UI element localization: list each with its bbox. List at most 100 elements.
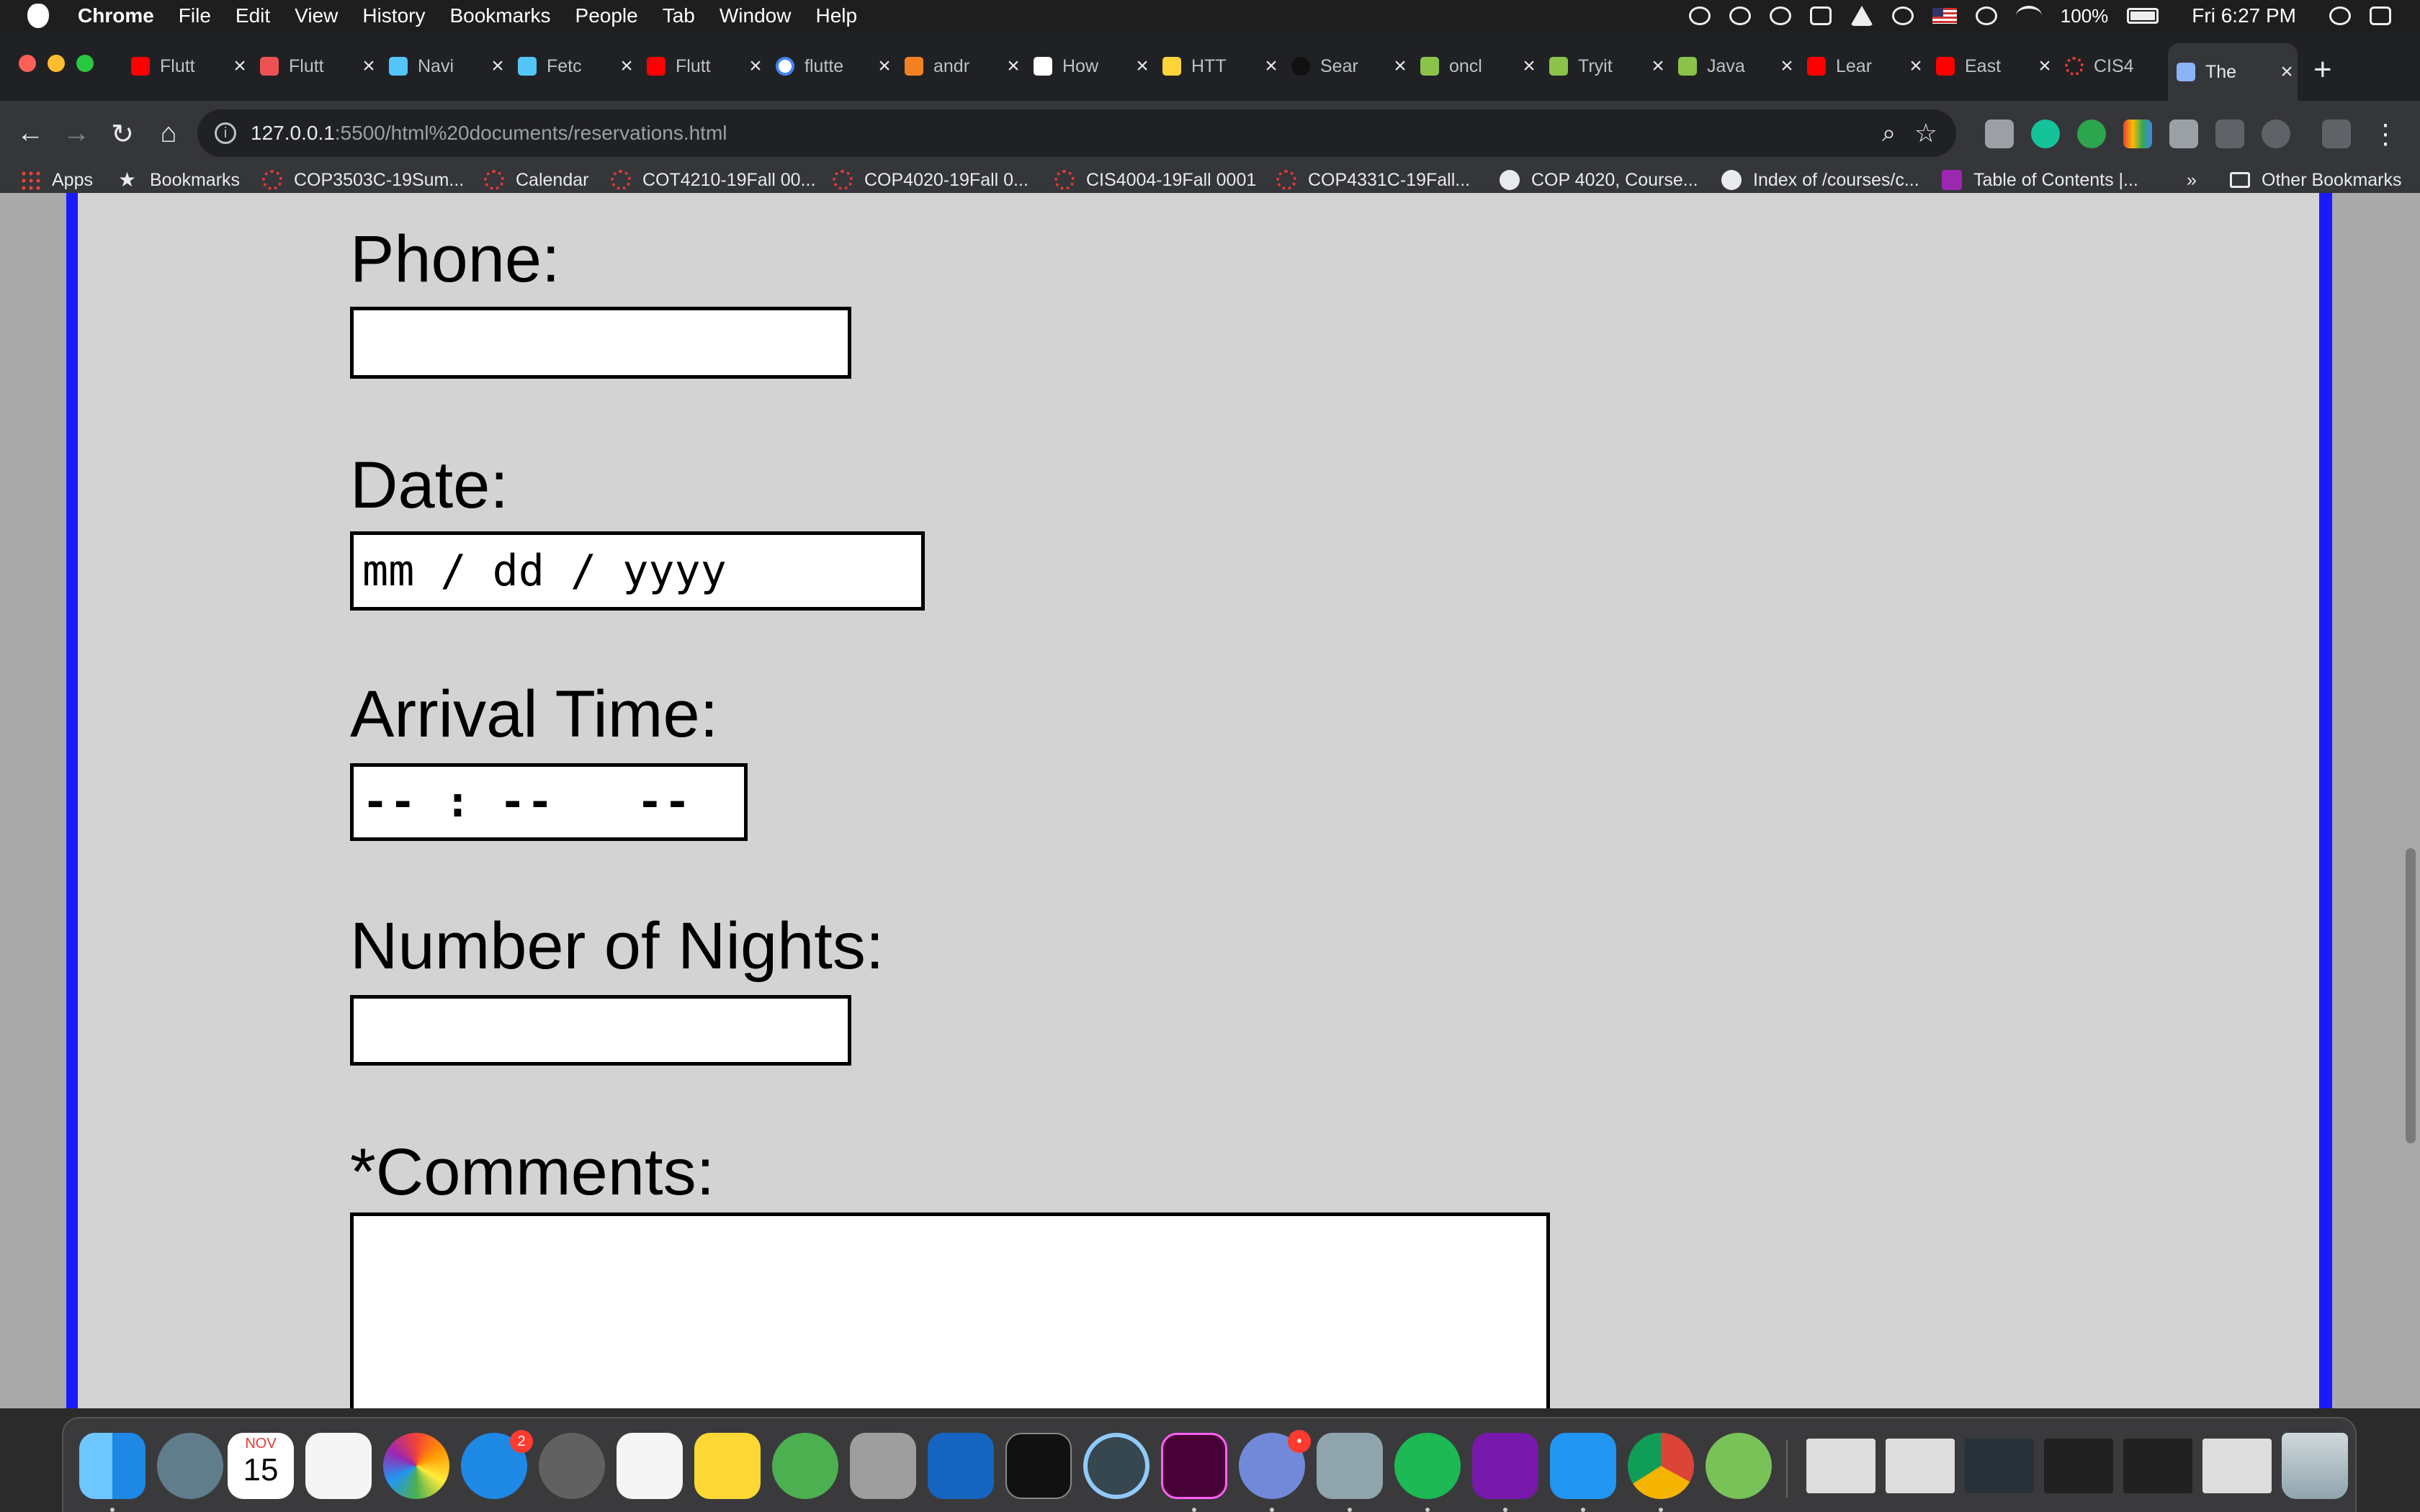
menu-tab[interactable]: Tab bbox=[663, 4, 695, 27]
finder-icon[interactable] bbox=[79, 1433, 145, 1499]
stickies-icon[interactable] bbox=[694, 1433, 761, 1499]
tab-active[interactable]: The × bbox=[2168, 43, 2298, 101]
minimized-window-thumbnail[interactable] bbox=[2123, 1439, 2192, 1493]
menu-file[interactable]: File bbox=[179, 4, 211, 27]
spotify-icon[interactable] bbox=[1394, 1433, 1461, 1499]
tab[interactable]: Flutt × bbox=[638, 50, 766, 82]
arrival-time-input[interactable]: -- : -- -- bbox=[350, 763, 748, 841]
close-icon[interactable]: × bbox=[745, 54, 766, 78]
adobe-xd-icon[interactable] bbox=[1161, 1433, 1227, 1499]
tab[interactable]: CIS4× bbox=[2056, 50, 2184, 82]
quicktime-icon[interactable] bbox=[1083, 1433, 1150, 1499]
wechat-icon[interactable] bbox=[772, 1433, 838, 1499]
tab[interactable]: Flutt × bbox=[251, 50, 380, 82]
comments-textarea[interactable] bbox=[350, 1212, 1550, 1408]
bookmark-cot4210[interactable]: COT4210-19Fall 00... bbox=[611, 167, 815, 193]
time-machine-icon[interactable] bbox=[1891, 6, 1914, 25]
creative-cloud-icon[interactable] bbox=[1769, 6, 1791, 25]
bookmark-calendar[interactable]: Calendar bbox=[484, 167, 588, 193]
textedit-icon[interactable] bbox=[617, 1433, 683, 1499]
bluetooth-icon[interactable] bbox=[1975, 6, 1997, 25]
drive-extension-icon[interactable] bbox=[2169, 120, 2198, 148]
profile-icon[interactable] bbox=[2322, 120, 2351, 148]
app-menu-chrome[interactable]: Chrome bbox=[78, 4, 154, 27]
preview-icon[interactable] bbox=[1317, 1433, 1383, 1499]
bookmark-cop4020[interactable]: COP4020-19Fall 0... bbox=[833, 167, 1028, 193]
minimized-window-thumbnail[interactable] bbox=[2202, 1439, 2272, 1493]
scrollbar-thumb[interactable] bbox=[2406, 848, 2416, 1143]
menu-clock[interactable]: Fri 6:27 PM bbox=[2192, 4, 2296, 27]
close-icon[interactable]: × bbox=[1260, 54, 1282, 78]
spotlight-search-icon[interactable] bbox=[2329, 6, 2351, 25]
android-studio-icon[interactable] bbox=[1706, 1433, 1772, 1499]
date-input[interactable]: mm / dd / yyyy bbox=[350, 531, 925, 611]
close-icon[interactable]: × bbox=[1776, 54, 1798, 78]
forward-arrow-icon[interactable]: → bbox=[60, 118, 92, 149]
terminal-icon[interactable] bbox=[1005, 1433, 1072, 1499]
bookmark-cop3503c[interactable]: COP3503C-19Sum... bbox=[262, 167, 464, 193]
close-icon[interactable]: × bbox=[358, 54, 380, 78]
tab[interactable]: andr × bbox=[896, 50, 1024, 82]
trash-icon[interactable] bbox=[2282, 1433, 2348, 1499]
minimized-window-thumbnail[interactable] bbox=[1806, 1439, 1876, 1493]
tab[interactable]: Navi × bbox=[380, 50, 508, 82]
more-menu-icon[interactable]: ⋮ bbox=[2370, 118, 2401, 150]
dots-icon[interactable] bbox=[1729, 6, 1751, 25]
grammarly-icon[interactable] bbox=[2031, 120, 2060, 148]
reminders-icon[interactable] bbox=[305, 1433, 372, 1499]
close-icon[interactable]: × bbox=[874, 54, 895, 78]
input-source-flag-icon[interactable] bbox=[1932, 8, 1957, 24]
bookmarks-overflow-button[interactable]: » bbox=[2187, 167, 2197, 193]
tab[interactable]: Java × bbox=[1670, 50, 1798, 82]
bookmark-index-courses[interactable]: Index of /courses/c... bbox=[1721, 167, 1919, 193]
reload-icon[interactable]: ↻ bbox=[107, 118, 138, 150]
address-bar[interactable]: i 127.0.0.1:5500/html%20documents/reserv… bbox=[197, 109, 1956, 157]
extension-icon[interactable] bbox=[1985, 120, 2014, 148]
zoom-icon[interactable]: ⌕ bbox=[1882, 120, 1896, 148]
apple-menu-icon[interactable] bbox=[27, 4, 49, 28]
close-icon[interactable]: × bbox=[1003, 54, 1024, 78]
tab[interactable]: Flutt × bbox=[122, 50, 251, 82]
page-scrollbar[interactable] bbox=[2400, 193, 2420, 1408]
close-window-button[interactable] bbox=[19, 55, 36, 72]
close-icon[interactable]: × bbox=[2034, 54, 2056, 78]
menu-help[interactable]: Help bbox=[815, 4, 857, 27]
tab[interactable]: Lear × bbox=[1798, 50, 1927, 82]
close-icon[interactable]: × bbox=[1518, 54, 1540, 78]
microsoft-word-icon[interactable] bbox=[928, 1433, 994, 1499]
close-icon[interactable]: × bbox=[1905, 54, 1927, 78]
close-icon[interactable]: × bbox=[2276, 60, 2298, 84]
bookmark-apps[interactable]: Apps bbox=[20, 167, 93, 193]
close-icon[interactable]: × bbox=[1131, 54, 1153, 78]
tab[interactable]: flutte × bbox=[767, 50, 895, 82]
preview-sign-icon[interactable] bbox=[850, 1433, 916, 1499]
battery-icon[interactable] bbox=[2127, 8, 2159, 24]
tab[interactable]: Sear × bbox=[1283, 50, 1411, 82]
minimize-window-button[interactable] bbox=[48, 55, 65, 72]
menu-bookmarks[interactable]: Bookmarks bbox=[449, 4, 550, 27]
tab[interactable]: East × bbox=[1927, 50, 2056, 82]
menu-edit[interactable]: Edit bbox=[236, 4, 270, 27]
bookmark-star-icon[interactable]: ☆ bbox=[1914, 118, 1937, 148]
phone-input[interactable] bbox=[350, 307, 851, 379]
extension-badge-icon[interactable] bbox=[2077, 120, 2106, 148]
notification-center-icon[interactable] bbox=[2370, 6, 2391, 25]
wappalyzer-icon[interactable] bbox=[2215, 120, 2244, 148]
launchpad-icon[interactable] bbox=[157, 1433, 223, 1499]
menu-history[interactable]: History bbox=[362, 4, 425, 27]
other-bookmarks-folder[interactable]: Other Bookmarks bbox=[2230, 167, 2402, 193]
tab[interactable]: Fetc × bbox=[509, 50, 637, 82]
chrome-icon[interactable] bbox=[1628, 1433, 1694, 1499]
tab[interactable]: Tryit × bbox=[1541, 50, 1669, 82]
system-preferences-icon[interactable] bbox=[539, 1433, 605, 1499]
bookmark-cis4004[interactable]: CIS4004-19Fall 0001 bbox=[1054, 167, 1256, 193]
wifi-icon[interactable] bbox=[2015, 6, 2042, 26]
menu-window[interactable]: Window bbox=[720, 4, 792, 27]
bookmark-bookmarks[interactable]: ★ Bookmarks bbox=[118, 167, 240, 193]
react-devtools-icon[interactable] bbox=[2262, 120, 2290, 148]
close-icon[interactable]: × bbox=[487, 54, 508, 78]
onenote-icon[interactable] bbox=[1472, 1433, 1538, 1499]
calendar-icon[interactable]: NOV 15 bbox=[228, 1433, 294, 1499]
nights-input[interactable] bbox=[350, 995, 851, 1066]
back-arrow-icon[interactable]: ← bbox=[14, 118, 46, 149]
